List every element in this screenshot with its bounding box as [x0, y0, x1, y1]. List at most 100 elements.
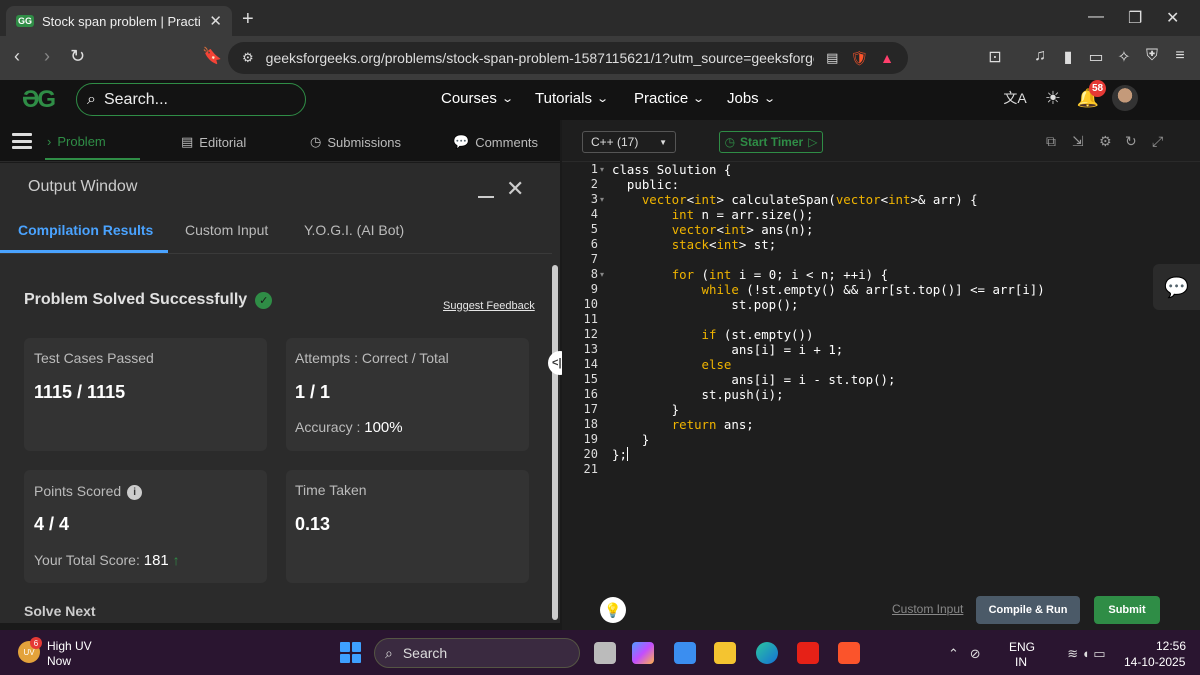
play-icon: ▷ [808, 135, 818, 149]
clock-time[interactable]: 12:56 [1156, 639, 1186, 653]
start-timer-button[interactable]: ◷ Start Timer ▷ [719, 131, 823, 153]
minimize-icon[interactable] [478, 196, 494, 198]
language-select[interactable]: C++ (17) ▼ [582, 131, 676, 153]
points-value: 4 / 4 [34, 514, 70, 534]
tab-comments[interactable]: 💬 Comments [453, 134, 538, 150]
sidebar-icon[interactable]: ▮ [1058, 47, 1078, 67]
new-tab-icon[interactable]: + [242, 8, 254, 31]
menu-icon[interactable]: ≡ [1170, 47, 1190, 67]
code-line: for (int i = 0; i < n; ++i) { [671, 267, 889, 282]
search-icon: ⌕ [87, 90, 96, 108]
gfg-logo-icon[interactable]: ƏG [22, 86, 56, 114]
translate-icon[interactable]: 文A [1003, 88, 1027, 112]
close-tab-icon[interactable]: ✕ [209, 12, 222, 30]
close-icon[interactable]: ✕ [506, 176, 524, 202]
bookmark-icon[interactable]: 🔖 [202, 46, 222, 66]
brave-rewards-icon[interactable]: ▲ [880, 50, 894, 66]
file-explorer-icon[interactable] [714, 642, 736, 664]
forward-icon[interactable]: › [44, 46, 50, 67]
leo-ai-icon[interactable]: ✧ [1114, 47, 1134, 67]
fold-arrow-icon[interactable]: ▾ [600, 270, 604, 279]
tab-title: Stock span problem | Practice | G [42, 13, 201, 29]
arrow-up-icon: ↑ [172, 552, 180, 568]
tab-compilation-results[interactable]: Compilation Results [18, 222, 153, 238]
test-cases-label: Test Cases Passed [34, 350, 154, 366]
chevron-down-icon: ⌄ [762, 93, 776, 105]
url-bar[interactable]: ⚙ geeksforgeeks.org/problems/stock-span-… [228, 42, 908, 74]
active-tab-indicator [0, 250, 168, 253]
music-icon[interactable]: ♫ [1030, 47, 1050, 67]
restore-window-icon[interactable]: ❐ [1128, 8, 1142, 28]
copilot-icon[interactable] [632, 642, 654, 664]
tab-yogi-ai-bot[interactable]: Y.O.G.I. (AI Bot) [304, 222, 404, 238]
screenshot-icon[interactable]: ⊡ [985, 47, 1005, 67]
site-settings-icon[interactable]: ⚙ [242, 50, 254, 66]
taskbar-search[interactable]: ⌕ Search [374, 638, 580, 668]
line-number: 9 [590, 282, 598, 296]
test-cases-value: 1115 / 1115 [34, 382, 126, 402]
windows-start-icon[interactable] [340, 642, 361, 663]
suggest-feedback-link[interactable]: Suggest Feedback [443, 300, 535, 312]
gfg-favicon-icon: GG [16, 15, 34, 27]
compile-run-button[interactable]: Compile & Run [976, 596, 1080, 624]
submit-button[interactable]: Submit [1094, 596, 1160, 624]
settings-icon[interactable]: ⚙ [1099, 133, 1112, 150]
fold-arrow-icon[interactable]: ▾ [600, 195, 604, 204]
reader-mode-icon[interactable]: ▤ [826, 50, 838, 66]
brave-icon[interactable] [838, 642, 860, 664]
vpn-icon[interactable]: ⛨ [1142, 47, 1162, 67]
line-number: 15 [583, 372, 598, 386]
reset-icon[interactable]: ↻ [1125, 133, 1137, 150]
code-line: vector<int> calculateSpan(vector<int>& a… [641, 192, 978, 207]
reload-icon[interactable]: ↻ [70, 46, 85, 67]
total-score-value: 181 [143, 552, 169, 569]
minimize-window-icon[interactable]: — [1088, 8, 1104, 26]
custom-input-link[interactable]: Custom Input [892, 602, 963, 616]
lightbulb-icon[interactable]: 💡 [600, 597, 626, 623]
tab-editorial[interactable]: ▤ Editorial [181, 134, 246, 150]
fold-arrow-icon[interactable]: ▾ [600, 165, 604, 174]
time-value: 0.13 [295, 514, 331, 534]
avatar[interactable] [1112, 85, 1138, 111]
tab-submissions[interactable]: ◷ Submissions [310, 134, 401, 150]
url-text: geeksforgeeks.org/problems/stock-span-pr… [265, 50, 815, 66]
hamburger-menu-icon[interactable] [12, 133, 32, 149]
weather-badge: 6 [30, 637, 42, 649]
tab-label: Submissions [327, 134, 402, 150]
wallet-icon[interactable]: ▭ [1086, 47, 1106, 67]
chat-icon[interactable]: 💬 [1153, 264, 1200, 310]
back-icon[interactable]: ‹ [14, 46, 20, 67]
nav-label: Tutorials [535, 90, 592, 107]
site-search[interactable]: ⌕ Search... [76, 83, 306, 116]
import-file-icon[interactable]: ⇲ [1072, 133, 1084, 150]
code-line: }; [612, 447, 627, 462]
copy-icon[interactable]: ⧉ [1046, 133, 1056, 150]
scrollbar[interactable] [552, 265, 558, 620]
tab-problem[interactable]: › Problem [47, 134, 106, 149]
close-window-icon[interactable]: ✕ [1166, 8, 1179, 28]
nav-jobs[interactable]: Jobs ⌄ [727, 90, 776, 107]
brave-shields-icon[interactable]: 🛡 [850, 50, 868, 67]
browser-tab[interactable]: GG Stock span problem | Practice | G ✕ [6, 6, 232, 36]
youtube-icon[interactable] [797, 642, 819, 664]
nav-label: Practice [634, 90, 689, 107]
accuracy-line: Accuracy : 100% [295, 419, 403, 436]
edge-icon[interactable] [756, 642, 778, 664]
nav-practice[interactable]: Practice ⌄ [634, 90, 705, 107]
nav-tutorials[interactable]: Tutorials ⌄ [535, 90, 609, 107]
fullscreen-icon[interactable]: ⤢ [1152, 133, 1163, 150]
theme-toggle-icon[interactable]: ☀ [1041, 88, 1065, 112]
code-line: stack<int> st; [671, 237, 777, 252]
input-language[interactable]: ENG [1009, 640, 1035, 654]
line-number: 14 [583, 357, 598, 371]
weather-title[interactable]: High UV [47, 639, 92, 653]
tab-custom-input[interactable]: Custom Input [185, 222, 268, 238]
time-label: Time Taken [295, 482, 367, 498]
info-icon[interactable]: i [127, 484, 143, 500]
nav-label: Courses [441, 90, 497, 107]
store-icon[interactable] [674, 642, 696, 664]
task-view-icon[interactable] [594, 642, 616, 664]
taskbar-search-label: Search [402, 645, 448, 661]
nav-courses[interactable]: Courses ⌄ [441, 90, 514, 107]
line-number: 21 [583, 462, 598, 476]
